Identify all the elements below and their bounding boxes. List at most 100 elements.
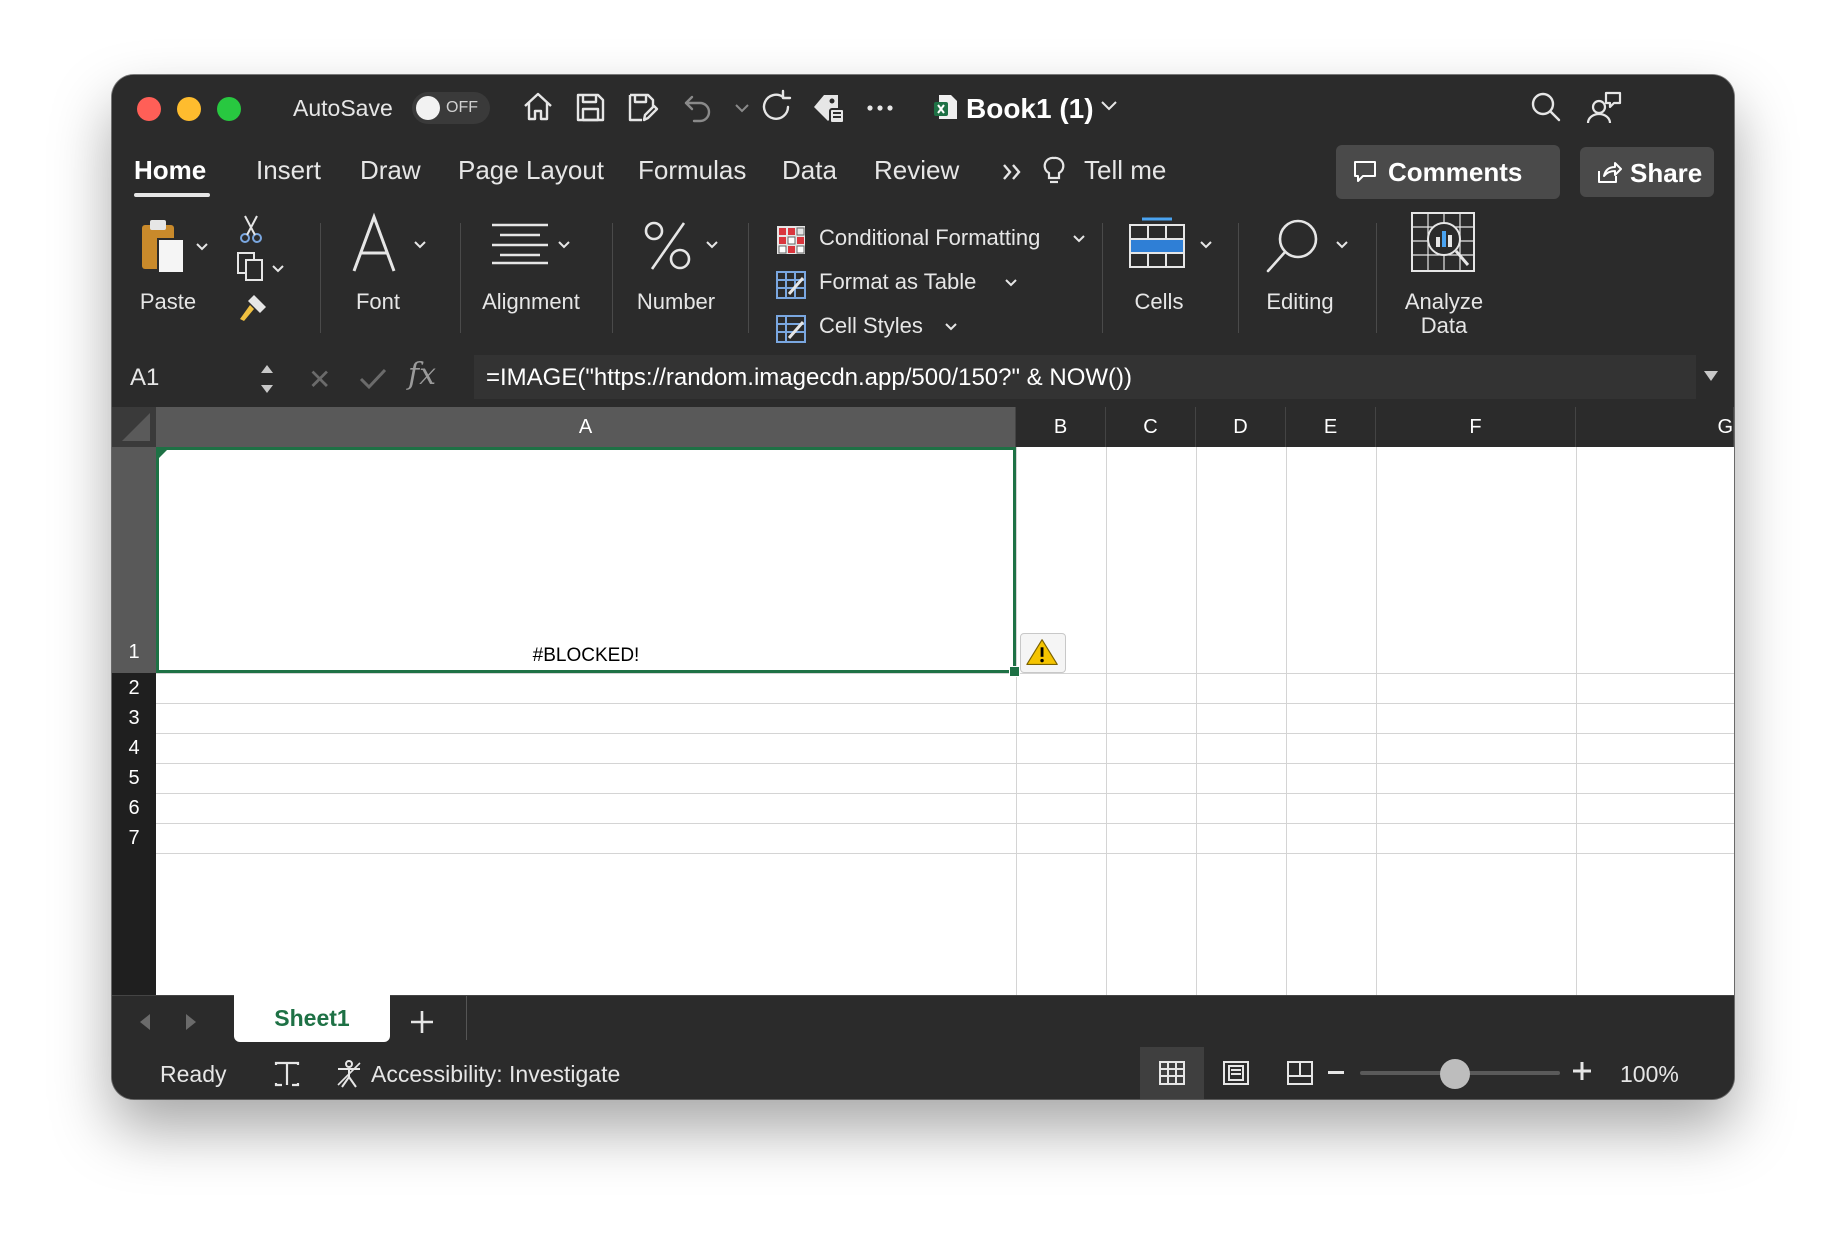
active-tab-indicator: [134, 193, 210, 197]
row-header-1[interactable]: 1: [112, 447, 156, 673]
select-all-corner[interactable]: [112, 407, 156, 447]
tab-formulas[interactable]: Formulas: [638, 155, 746, 186]
search-icon[interactable]: [1526, 87, 1566, 127]
minimize-window-button[interactable]: [177, 97, 201, 121]
comments-button[interactable]: Comments: [1336, 145, 1560, 199]
share-button[interactable]: Share: [1580, 147, 1714, 197]
accessibility-icon[interactable]: [334, 1059, 364, 1089]
page-break-view-button[interactable]: [1268, 1047, 1332, 1099]
paste-icon[interactable]: [138, 217, 192, 277]
normal-view-button[interactable]: [1140, 1047, 1204, 1099]
row-header-6[interactable]: 6: [112, 793, 156, 823]
column-header-g[interactable]: G: [1576, 407, 1734, 447]
zoom-in-button[interactable]: [1572, 1061, 1592, 1081]
more-tabs-chevron-icon[interactable]: [1000, 159, 1026, 185]
accessibility-status[interactable]: Accessibility: Investigate: [371, 1061, 620, 1088]
error-warning-button[interactable]: [1020, 633, 1066, 673]
zoom-out-button[interactable]: [1328, 1071, 1344, 1074]
add-sheet-icon[interactable]: [408, 1008, 436, 1036]
refresh-icon[interactable]: [756, 87, 796, 127]
editing-dropdown-icon[interactable]: [1334, 237, 1350, 253]
alignment-icon[interactable]: [490, 221, 550, 265]
row-header-2[interactable]: 2: [112, 673, 156, 703]
undo-icon[interactable]: [678, 87, 718, 127]
insert-function-icon[interactable]: fx: [408, 357, 436, 392]
home-icon[interactable]: [518, 87, 558, 127]
tab-data[interactable]: Data: [782, 155, 837, 186]
conditional-formatting-chevron-icon: [1071, 231, 1087, 247]
tell-me-search[interactable]: Tell me: [1084, 155, 1166, 186]
tab-page-layout[interactable]: Page Layout: [458, 155, 604, 186]
row-header-5[interactable]: 5: [112, 763, 156, 793]
column-header-f[interactable]: F: [1376, 407, 1576, 447]
share-icon: [1596, 159, 1622, 185]
worksheet-grid[interactable]: A B C D E F G 1 2 3 4 5 6 7 #BLOCKED!: [112, 407, 1734, 995]
previous-sheet-icon[interactable]: [136, 1012, 154, 1032]
document-title[interactable]: Book1 (1): [966, 93, 1094, 125]
font-icon[interactable]: [348, 211, 402, 277]
copy-icon[interactable]: [234, 249, 268, 283]
zoom-window-button[interactable]: [217, 97, 241, 121]
number-label[interactable]: Number: [626, 289, 726, 315]
tab-draw[interactable]: Draw: [360, 155, 421, 186]
undo-dropdown-icon[interactable]: [722, 87, 749, 127]
font-dropdown-icon[interactable]: [412, 237, 428, 253]
editing-search-icon[interactable]: [1262, 215, 1324, 277]
close-window-button[interactable]: [137, 97, 161, 121]
autosave-toggle[interactable]: OFF: [412, 92, 490, 124]
column-header-e[interactable]: E: [1286, 407, 1376, 447]
font-label[interactable]: Font: [334, 289, 422, 315]
page-layout-view-button[interactable]: [1204, 1047, 1268, 1099]
user-feedback-icon[interactable]: [1584, 87, 1624, 127]
next-sheet-icon[interactable]: [182, 1012, 200, 1032]
row-header-4[interactable]: 4: [112, 733, 156, 763]
cell-mode-icon[interactable]: [272, 1059, 302, 1089]
cells-label[interactable]: Cells: [1116, 289, 1202, 315]
confirm-edit-icon[interactable]: [356, 361, 390, 395]
sheet-bar-separator: [466, 996, 467, 1040]
formula-input[interactable]: =IMAGE("https://random.imagecdn.app/500/…: [474, 355, 1696, 399]
sensitivity-icon[interactable]: [808, 87, 848, 127]
save-icon[interactable]: [570, 87, 610, 127]
sheet-tab-sheet1[interactable]: Sheet1: [234, 994, 390, 1042]
zoom-slider-knob[interactable]: [1440, 1059, 1470, 1089]
cancel-edit-icon[interactable]: ✕: [308, 363, 331, 396]
analyze-data-icon[interactable]: [1410, 209, 1476, 277]
expand-formula-bar-icon[interactable]: [1702, 369, 1720, 383]
percent-icon[interactable]: [640, 217, 696, 273]
title-chevron-down-icon[interactable]: [1097, 93, 1121, 117]
editing-label[interactable]: Editing: [1252, 289, 1348, 315]
fill-handle[interactable]: [1009, 666, 1020, 677]
toggle-knob: [416, 96, 440, 120]
tab-review[interactable]: Review: [874, 155, 959, 186]
lightbulb-icon: [1042, 155, 1066, 187]
cells-icon[interactable]: [1126, 217, 1188, 271]
name-box[interactable]: A1: [130, 364, 159, 392]
row-header-7[interactable]: 7: [112, 823, 156, 853]
paste-dropdown-icon[interactable]: [194, 239, 210, 255]
alignment-dropdown-icon[interactable]: [556, 237, 572, 253]
column-header-b[interactable]: B: [1016, 407, 1106, 447]
column-header-c[interactable]: C: [1106, 407, 1196, 447]
name-box-stepper-icon[interactable]: [257, 359, 277, 399]
excel-window: AutoSave OFF Book1 (1) Home Insert Draw …: [112, 75, 1734, 1099]
tab-home[interactable]: Home: [134, 155, 206, 186]
tab-insert[interactable]: Insert: [256, 155, 321, 186]
format-painter-icon[interactable]: [236, 291, 270, 325]
number-dropdown-icon[interactable]: [704, 237, 720, 253]
paste-label[interactable]: Paste: [132, 289, 204, 315]
column-header-a[interactable]: A: [156, 407, 1016, 447]
copy-dropdown-icon[interactable]: [270, 261, 286, 277]
cells-dropdown-icon[interactable]: [1198, 237, 1214, 253]
alignment-label[interactable]: Alignment: [472, 289, 590, 315]
cut-icon[interactable]: [238, 213, 264, 245]
save-as-icon[interactable]: [622, 87, 662, 127]
gridline: [156, 793, 1734, 794]
more-icon[interactable]: [860, 87, 900, 127]
analyze-data-label-line1[interactable]: Analyze: [1392, 289, 1496, 315]
column-header-d[interactable]: D: [1196, 407, 1286, 447]
row-header-3[interactable]: 3: [112, 703, 156, 733]
zoom-percentage[interactable]: 100%: [1620, 1061, 1679, 1088]
active-cell-a1[interactable]: [156, 447, 1016, 673]
analyze-data-label-line2[interactable]: Data: [1392, 313, 1496, 339]
